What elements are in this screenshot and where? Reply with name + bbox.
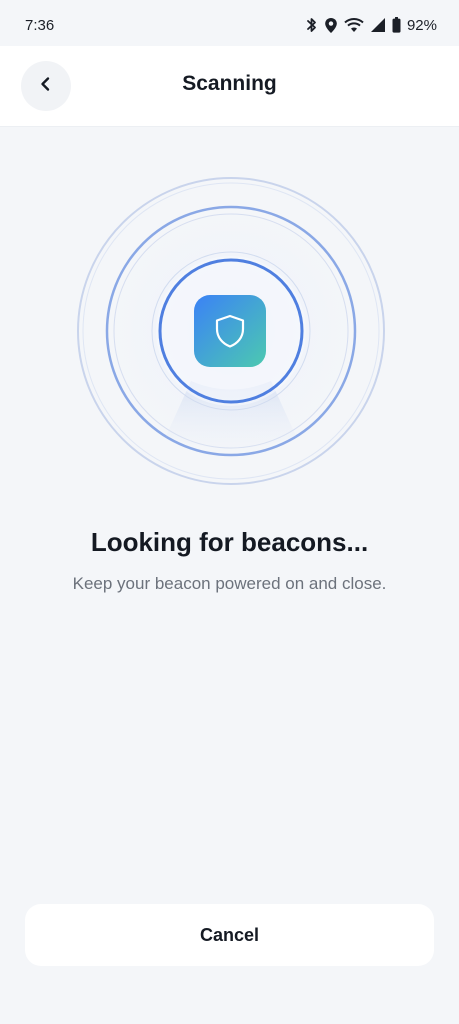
signal-icon	[370, 17, 386, 33]
status-bar: 7:36 92%	[0, 0, 459, 50]
page-title: Scanning	[182, 72, 277, 95]
wifi-icon	[344, 17, 364, 33]
bluetooth-icon	[306, 17, 318, 33]
battery-percentage: 92%	[406, 16, 437, 34]
status-icons: 92%	[306, 17, 437, 34]
cancel-button[interactable]: Cancel	[25, 904, 434, 966]
battery-icon	[392, 17, 401, 33]
scanning-animation	[76, 176, 386, 486]
header-bar: Scanning	[0, 46, 459, 127]
status-time: 7:36	[25, 16, 55, 34]
scanning-subtitle: Keep your beacon powered on and close.	[72, 574, 387, 593]
scanning-headline: Looking for beacons...	[90, 527, 369, 557]
shield-tile	[194, 295, 266, 367]
cancel-label: Cancel	[199, 924, 260, 945]
location-icon	[324, 17, 338, 34]
